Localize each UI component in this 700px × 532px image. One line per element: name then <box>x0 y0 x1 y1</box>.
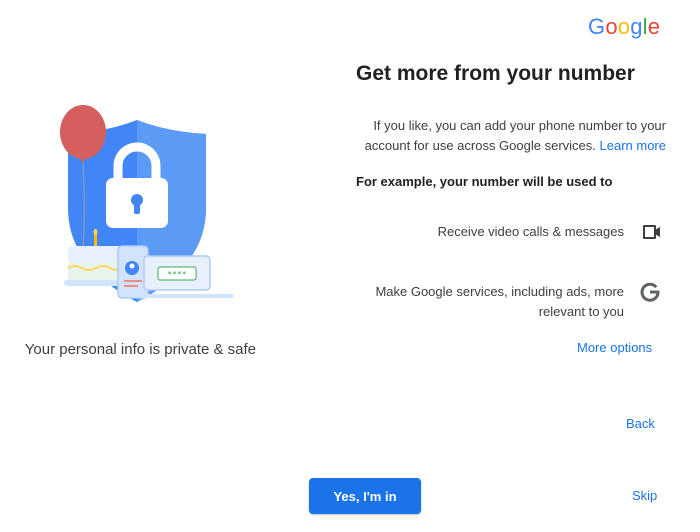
video-camera-icon <box>643 225 660 239</box>
use-item-video-calls: Receive video calls & messages <box>437 224 624 239</box>
page-title: Get more from your number <box>356 62 635 85</box>
card-code-text: **** <box>167 270 186 279</box>
google-logo: Google <box>588 14 660 40</box>
skip-link[interactable]: Skip <box>632 488 657 503</box>
learn-more-link[interactable]: Learn more <box>600 138 666 153</box>
phone-number-setup-page: Google Get more from your number If you … <box>0 0 700 532</box>
back-link[interactable]: Back <box>626 416 655 431</box>
logo-letter: o <box>605 14 618 39</box>
logo-letter: G <box>588 14 606 39</box>
google-g-icon <box>640 282 660 302</box>
confirm-button[interactable]: Yes, I'm in <box>309 478 421 514</box>
privacy-caption: Your personal info is private & safe <box>24 341 256 358</box>
more-options-link[interactable]: More options <box>577 340 652 355</box>
uses-heading: For example, your number will be used to <box>356 174 613 189</box>
use-item-relevant-services: Make Google services, including ads, mor… <box>375 284 624 319</box>
logo-letter: o <box>617 14 631 39</box>
logo-letter: g <box>630 14 643 39</box>
privacy-illustration: **** <box>60 105 234 302</box>
logo-letter: e <box>647 14 661 39</box>
intro-text: If you like, you can add your phone numb… <box>336 116 666 156</box>
